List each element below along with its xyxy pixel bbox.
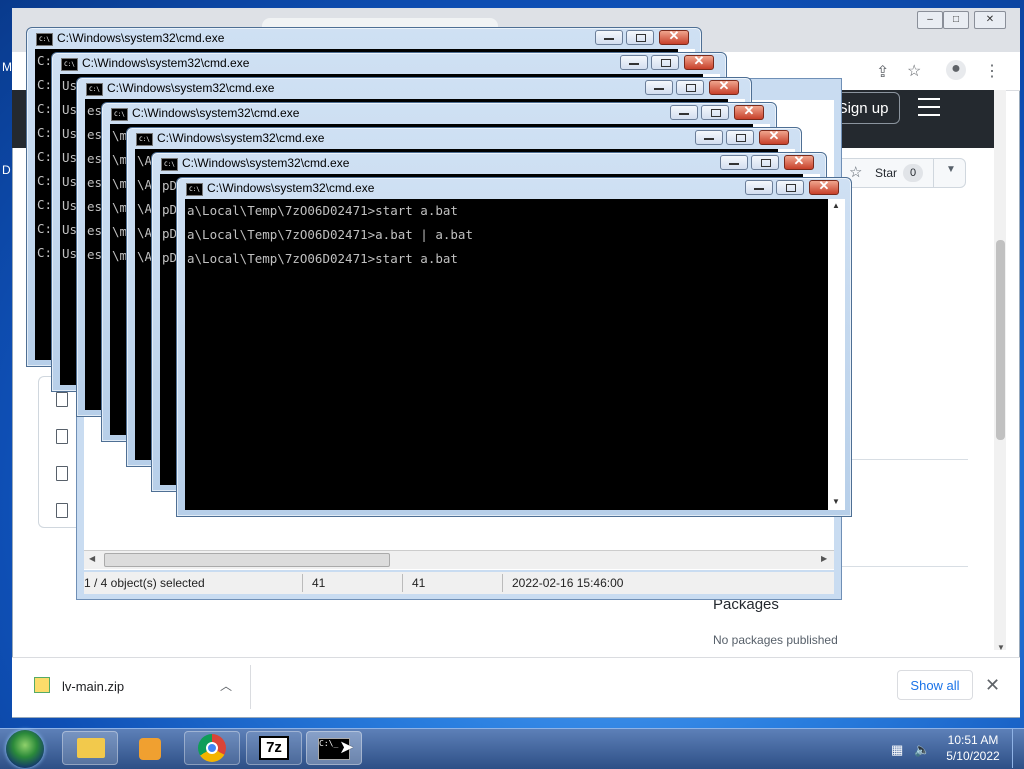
cmd-icon: C:\ — [36, 33, 53, 46]
taskbar-explorer[interactable] — [62, 731, 118, 765]
minimize-button[interactable] — [645, 80, 673, 95]
maximize-button[interactable] — [626, 30, 654, 45]
network-icon[interactable]: ▦ — [891, 742, 903, 758]
media-player-icon — [139, 738, 161, 760]
cmd-icon: C:\ — [86, 83, 103, 96]
profile-icon[interactable]: ● — [946, 60, 966, 80]
close-button[interactable]: ✕ — [974, 11, 1006, 29]
cmd-window-title: C:\Windows\system32\cmd.exe — [82, 56, 250, 70]
star-icon: ☆ — [849, 164, 863, 181]
status-modified: 2022-02-16 15:46:00 — [512, 576, 624, 590]
close-button[interactable]: ✕ — [659, 28, 689, 45]
close-button[interactable]: ✕ — [784, 153, 814, 170]
taskbar-7zip[interactable]: 7z — [246, 731, 302, 765]
cmd-icon: C:\ — [61, 58, 78, 71]
close-button[interactable]: ✕ — [709, 78, 739, 95]
console-line: a\Local\Temp\7zO06D02471>start a.bat — [187, 251, 458, 266]
minimize-button[interactable] — [620, 55, 648, 70]
file-icon — [56, 429, 68, 444]
status-size: 41 — [312, 576, 326, 590]
divider — [933, 159, 934, 187]
scroll-down-arrow-icon[interactable]: ▼ — [832, 497, 840, 506]
sevenzip-icon: 7z — [259, 736, 289, 760]
file-icon — [56, 503, 68, 518]
console-line: a\Local\Temp\7zO06D02471>a.bat | a.bat — [187, 227, 473, 242]
scroll-left-arrow-icon[interactable]: ◀ — [89, 554, 95, 563]
scroll-down-arrow-icon[interactable]: ▼ — [997, 643, 1005, 652]
hamburger-menu-icon[interactable] — [918, 98, 940, 116]
minimize-button[interactable] — [670, 105, 698, 120]
chrome-menu-icon[interactable]: ⋮ — [984, 61, 1000, 81]
share-icon[interactable]: ⇪ — [876, 62, 889, 82]
star-count: 0 — [903, 164, 923, 182]
console-line: a\Local\Temp\7zO06D02471>start a.bat — [187, 203, 458, 218]
clock-date: 5/10/2022 — [946, 749, 1000, 763]
minimize-button[interactable] — [745, 180, 773, 195]
cmd-window-title: C:\Windows\system32\cmd.exe — [207, 181, 375, 195]
chevron-down-icon[interactable]: ▼ — [946, 164, 956, 175]
minimize-button[interactable] — [595, 30, 623, 45]
cmd-window-title: C:\Windows\system32\cmd.exe — [157, 131, 325, 145]
console-output: a\Local\Temp\7zO06D02471>start a.bat a\Lo… — [185, 199, 828, 510]
status-packed: 41 — [412, 576, 426, 590]
clock-time: 10:51 AM — [947, 733, 999, 747]
zip-file-icon — [34, 677, 50, 693]
taskbar-chrome[interactable] — [184, 731, 240, 765]
divider — [842, 459, 968, 460]
star-label: Star — [875, 166, 898, 180]
show-desktop-button[interactable] — [1012, 729, 1024, 768]
cmd-icon: C:\ — [186, 183, 203, 196]
desktop-icon-label: D — [2, 163, 11, 177]
star-button[interactable]: ☆ Star 0 ▼ — [836, 158, 966, 188]
cmd-window-title: C:\Windows\system32\cmd.exe — [182, 156, 350, 170]
file-icon — [56, 392, 68, 407]
folder-icon — [77, 738, 105, 758]
minimize-button[interactable]: – — [917, 11, 943, 29]
maximize-button[interactable] — [776, 180, 804, 195]
maximize-button[interactable] — [651, 55, 679, 70]
packages-subtitle: No packages published — [713, 633, 838, 647]
maximize-button[interactable] — [701, 105, 729, 120]
console-scrollbar[interactable]: ▲▼ — [828, 199, 845, 510]
minimize-button[interactable] — [695, 130, 723, 145]
divider — [250, 665, 251, 709]
desktop-icon-label: M — [2, 60, 12, 74]
taskbar-clock[interactable]: 10:51 AM 5/10/2022 — [938, 732, 1008, 764]
file-icon — [56, 466, 68, 481]
cmd-window[interactable]: C:\ C:\Windows\system32\cmd.exe ✕ a\Local\T… — [176, 177, 852, 517]
close-button[interactable]: ✕ — [809, 178, 839, 195]
show-all-button[interactable]: Show all — [897, 670, 973, 700]
volume-icon[interactable]: 🔈 — [914, 742, 930, 758]
page-scrollbar-thumb[interactable] — [996, 240, 1005, 440]
download-file-name[interactable]: lv-main.zip — [62, 679, 124, 694]
divider — [842, 566, 968, 567]
cmd-icon: C:\ — [161, 158, 178, 171]
close-button[interactable]: ✕ — [734, 103, 764, 120]
download-bar — [12, 657, 1020, 717]
sevenzip-statusbar: 1 / 4 object(s) selected 41 41 2022-02-1… — [84, 572, 834, 594]
minimize-button[interactable] — [720, 155, 748, 170]
close-button[interactable]: ✕ — [759, 128, 789, 145]
chevron-up-icon[interactable]: ︿ — [220, 677, 232, 694]
scroll-up-arrow-icon[interactable]: ▲ — [832, 201, 840, 210]
cmd-window-title: C:\Windows\system32\cmd.exe — [107, 81, 275, 95]
maximize-button[interactable] — [676, 80, 704, 95]
maximize-button[interactable]: □ — [943, 11, 969, 29]
close-button[interactable]: ✕ — [684, 53, 714, 70]
status-selected: 1 / 4 object(s) selected — [84, 576, 205, 590]
chrome-icon — [198, 734, 226, 762]
maximize-button[interactable] — [751, 155, 779, 170]
start-button[interactable] — [6, 730, 44, 768]
maximize-button[interactable] — [726, 130, 754, 145]
cmd-window-title: C:\Windows\system32\cmd.exe — [57, 31, 225, 45]
taskbar-media-player[interactable] — [124, 731, 180, 765]
mouse-cursor-icon: ➤ — [339, 737, 355, 757]
close-download-bar-icon[interactable]: ✕ — [985, 675, 1000, 696]
cmd-icon: C:\ — [111, 108, 128, 121]
bookmark-star-icon[interactable]: ☆ — [907, 61, 921, 81]
cmd-window-title: C:\Windows\system32\cmd.exe — [132, 106, 300, 120]
scroll-right-arrow-icon[interactable]: ▶ — [821, 554, 827, 563]
cmd-icon: C:\ — [136, 133, 153, 146]
sevenzip-hscroll-thumb[interactable] — [104, 553, 390, 567]
